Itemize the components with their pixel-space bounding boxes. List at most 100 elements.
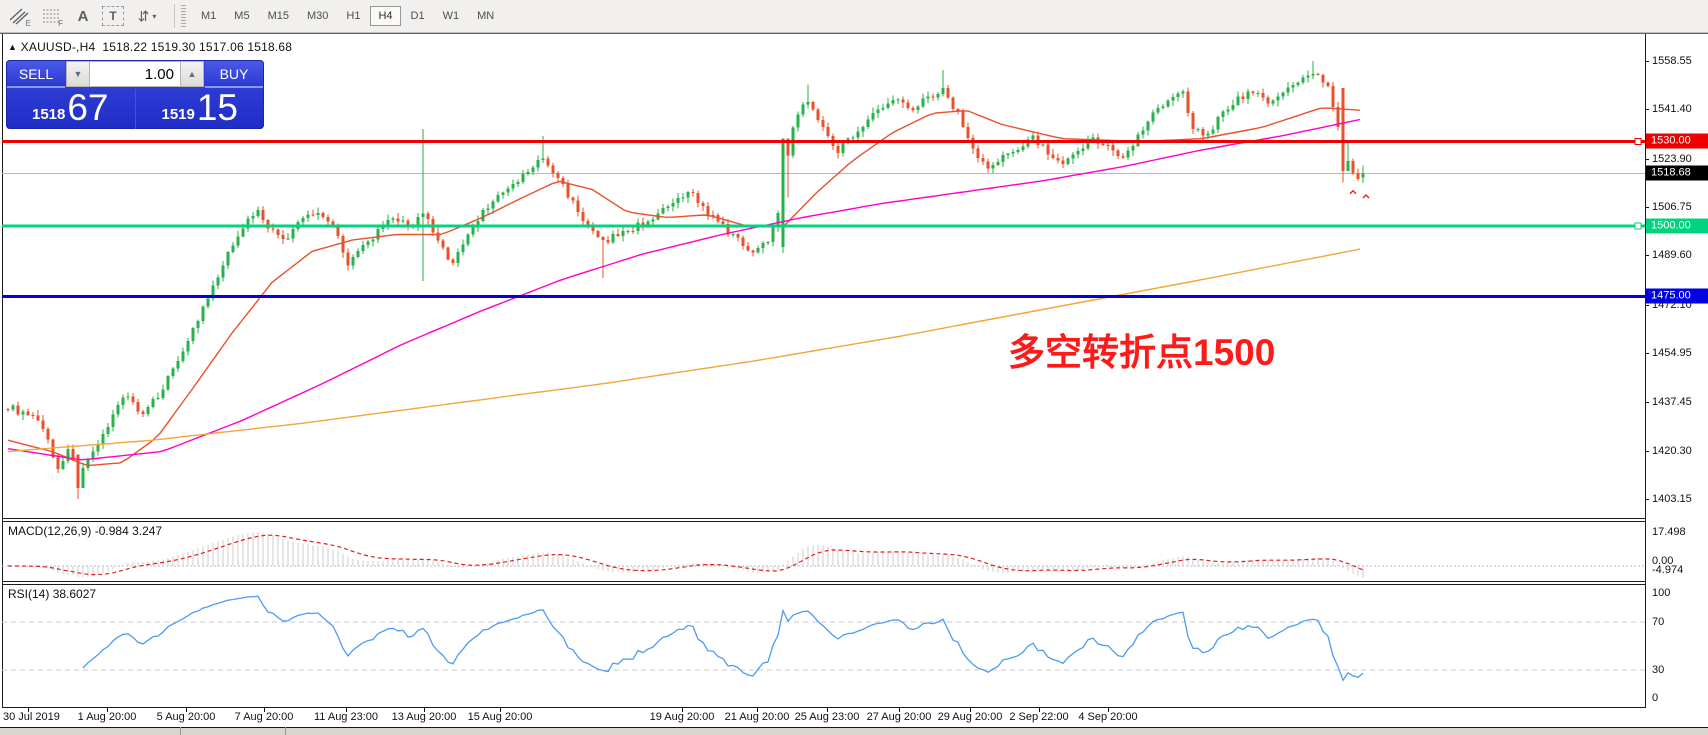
candle-body: [1232, 105, 1235, 110]
candle-body: [232, 245, 235, 251]
time-label: 4 Sep 20:00: [1078, 711, 1137, 723]
candle-body: [1207, 134, 1210, 136]
candle-body: [612, 234, 615, 242]
candle-body: [367, 241, 370, 245]
text-label-icon[interactable]: T: [102, 6, 124, 26]
candle-body: [57, 457, 60, 469]
candle-body: [87, 459, 90, 468]
macd-label: MACD(12,26,9) -0.984 3.247: [8, 524, 162, 538]
candle-body: [352, 257, 355, 265]
candle-body: [442, 240, 445, 247]
candle-body: [292, 229, 295, 239]
timeframe-m5[interactable]: M5: [226, 6, 257, 26]
candle-body: [1187, 92, 1190, 114]
candle-body: [162, 389, 165, 398]
candle-body: [1317, 74, 1320, 75]
candle-body: [1072, 155, 1075, 159]
candle-body: [627, 231, 630, 232]
candle-body: [437, 232, 440, 240]
buy-button[interactable]: BUY: [205, 61, 263, 88]
timeframe-m1[interactable]: M1: [193, 6, 224, 26]
equidistant-channel-icon[interactable]: E: [6, 4, 32, 28]
time-label: 7 Aug 20:00: [235, 711, 294, 723]
price-tick: [1645, 207, 1649, 208]
candle-body: [1277, 96, 1280, 100]
time-label: 29 Aug 20:00: [938, 711, 1003, 723]
candle-body: [457, 252, 460, 263]
candle-body: [1052, 154, 1055, 158]
candle-body: [1312, 74, 1315, 75]
candle-body: [1032, 136, 1035, 140]
candle-body: [1197, 129, 1200, 130]
rsi-label: RSI(14) 38.6027: [8, 587, 96, 601]
candle-body: [757, 248, 760, 253]
candle-body: [257, 210, 260, 216]
timeframe-h4[interactable]: H4: [370, 6, 400, 26]
timeframe-m15[interactable]: M15: [260, 6, 297, 26]
candle-body: [197, 321, 200, 328]
toolbar-grip[interactable]: [181, 5, 186, 27]
bottom-strip-separator: [285, 727, 286, 735]
hline-handle[interactable]: [1635, 138, 1641, 144]
chart-ohlc: 1518.22 1519.30 1517.06 1518.68: [102, 40, 292, 54]
candle-body: [687, 192, 690, 198]
candle-body: [1297, 83, 1300, 86]
candle-body: [997, 162, 1000, 165]
candle-body: [707, 206, 710, 215]
timeframe-mn[interactable]: MN: [469, 6, 502, 26]
candle-body: [1067, 159, 1070, 164]
candle-body: [72, 449, 75, 458]
fibonacci-icon[interactable]: F: [38, 4, 64, 28]
arrow-text-icon[interactable]: A: [70, 4, 96, 28]
price-tick-label: 1489.60: [1652, 249, 1692, 261]
candle-body: [1302, 78, 1305, 83]
candle-body: [317, 213, 320, 215]
volume-up-button[interactable]: ▲: [180, 61, 204, 87]
timeframe-m30[interactable]: M30: [299, 6, 336, 26]
candle-body: [1257, 93, 1260, 94]
candle-body: [862, 127, 865, 132]
candle-body: [127, 397, 130, 398]
candle-body: [802, 105, 805, 115]
macd-pane-border: [2, 581, 1646, 582]
price-badge-1518.68: 1518.68: [1646, 166, 1708, 181]
rsi-line: [83, 596, 1363, 680]
candle-body: [522, 174, 525, 182]
timeframe-w1[interactable]: W1: [435, 6, 468, 26]
candle-body: [362, 245, 365, 251]
sell-button[interactable]: SELL: [7, 61, 65, 88]
macd-pane[interactable]: [2, 521, 1645, 581]
timeframe-d1[interactable]: D1: [403, 6, 433, 26]
volume-input[interactable]: 1.00: [90, 61, 180, 87]
timeframe-h1[interactable]: H1: [338, 6, 368, 26]
candle-body: [502, 193, 505, 195]
volume-down-button[interactable]: ▼: [66, 61, 90, 87]
candle-body: [892, 100, 895, 103]
candle-body: [1152, 113, 1155, 122]
candle-body: [1192, 113, 1195, 129]
candle-body: [537, 160, 540, 168]
hline-handle[interactable]: [1635, 223, 1641, 229]
candle-body: [1042, 145, 1045, 146]
candle-body: [157, 398, 160, 399]
candle-body: [237, 236, 240, 245]
chevron-down-icon: ▾: [152, 12, 156, 21]
candle-body: [277, 230, 280, 235]
candle-body: [187, 341, 190, 351]
rsi-pane[interactable]: [2, 584, 1645, 707]
candle-body: [877, 109, 880, 113]
arrows-dropdown-icon[interactable]: ⇵ ▾: [130, 4, 164, 28]
candle-body: [1127, 151, 1130, 158]
mt4-window: E F A T ⇵ ▾ M1M5M15M30H1H4D1W1MN ▲ XAUUS…: [0, 0, 1708, 735]
candle-body: [937, 94, 940, 97]
candle-body: [177, 361, 180, 368]
candle-body: [517, 182, 520, 184]
candle-body: [62, 461, 65, 469]
candle-body: [42, 420, 45, 429]
candle-body: [1307, 75, 1310, 77]
candle-body: [882, 108, 885, 109]
bid-price[interactable]: 1518 67: [6, 89, 136, 129]
candle-body: [1172, 97, 1175, 101]
ask-price[interactable]: 1519 15: [136, 89, 265, 129]
time-label: 21 Aug 20:00: [725, 711, 790, 723]
